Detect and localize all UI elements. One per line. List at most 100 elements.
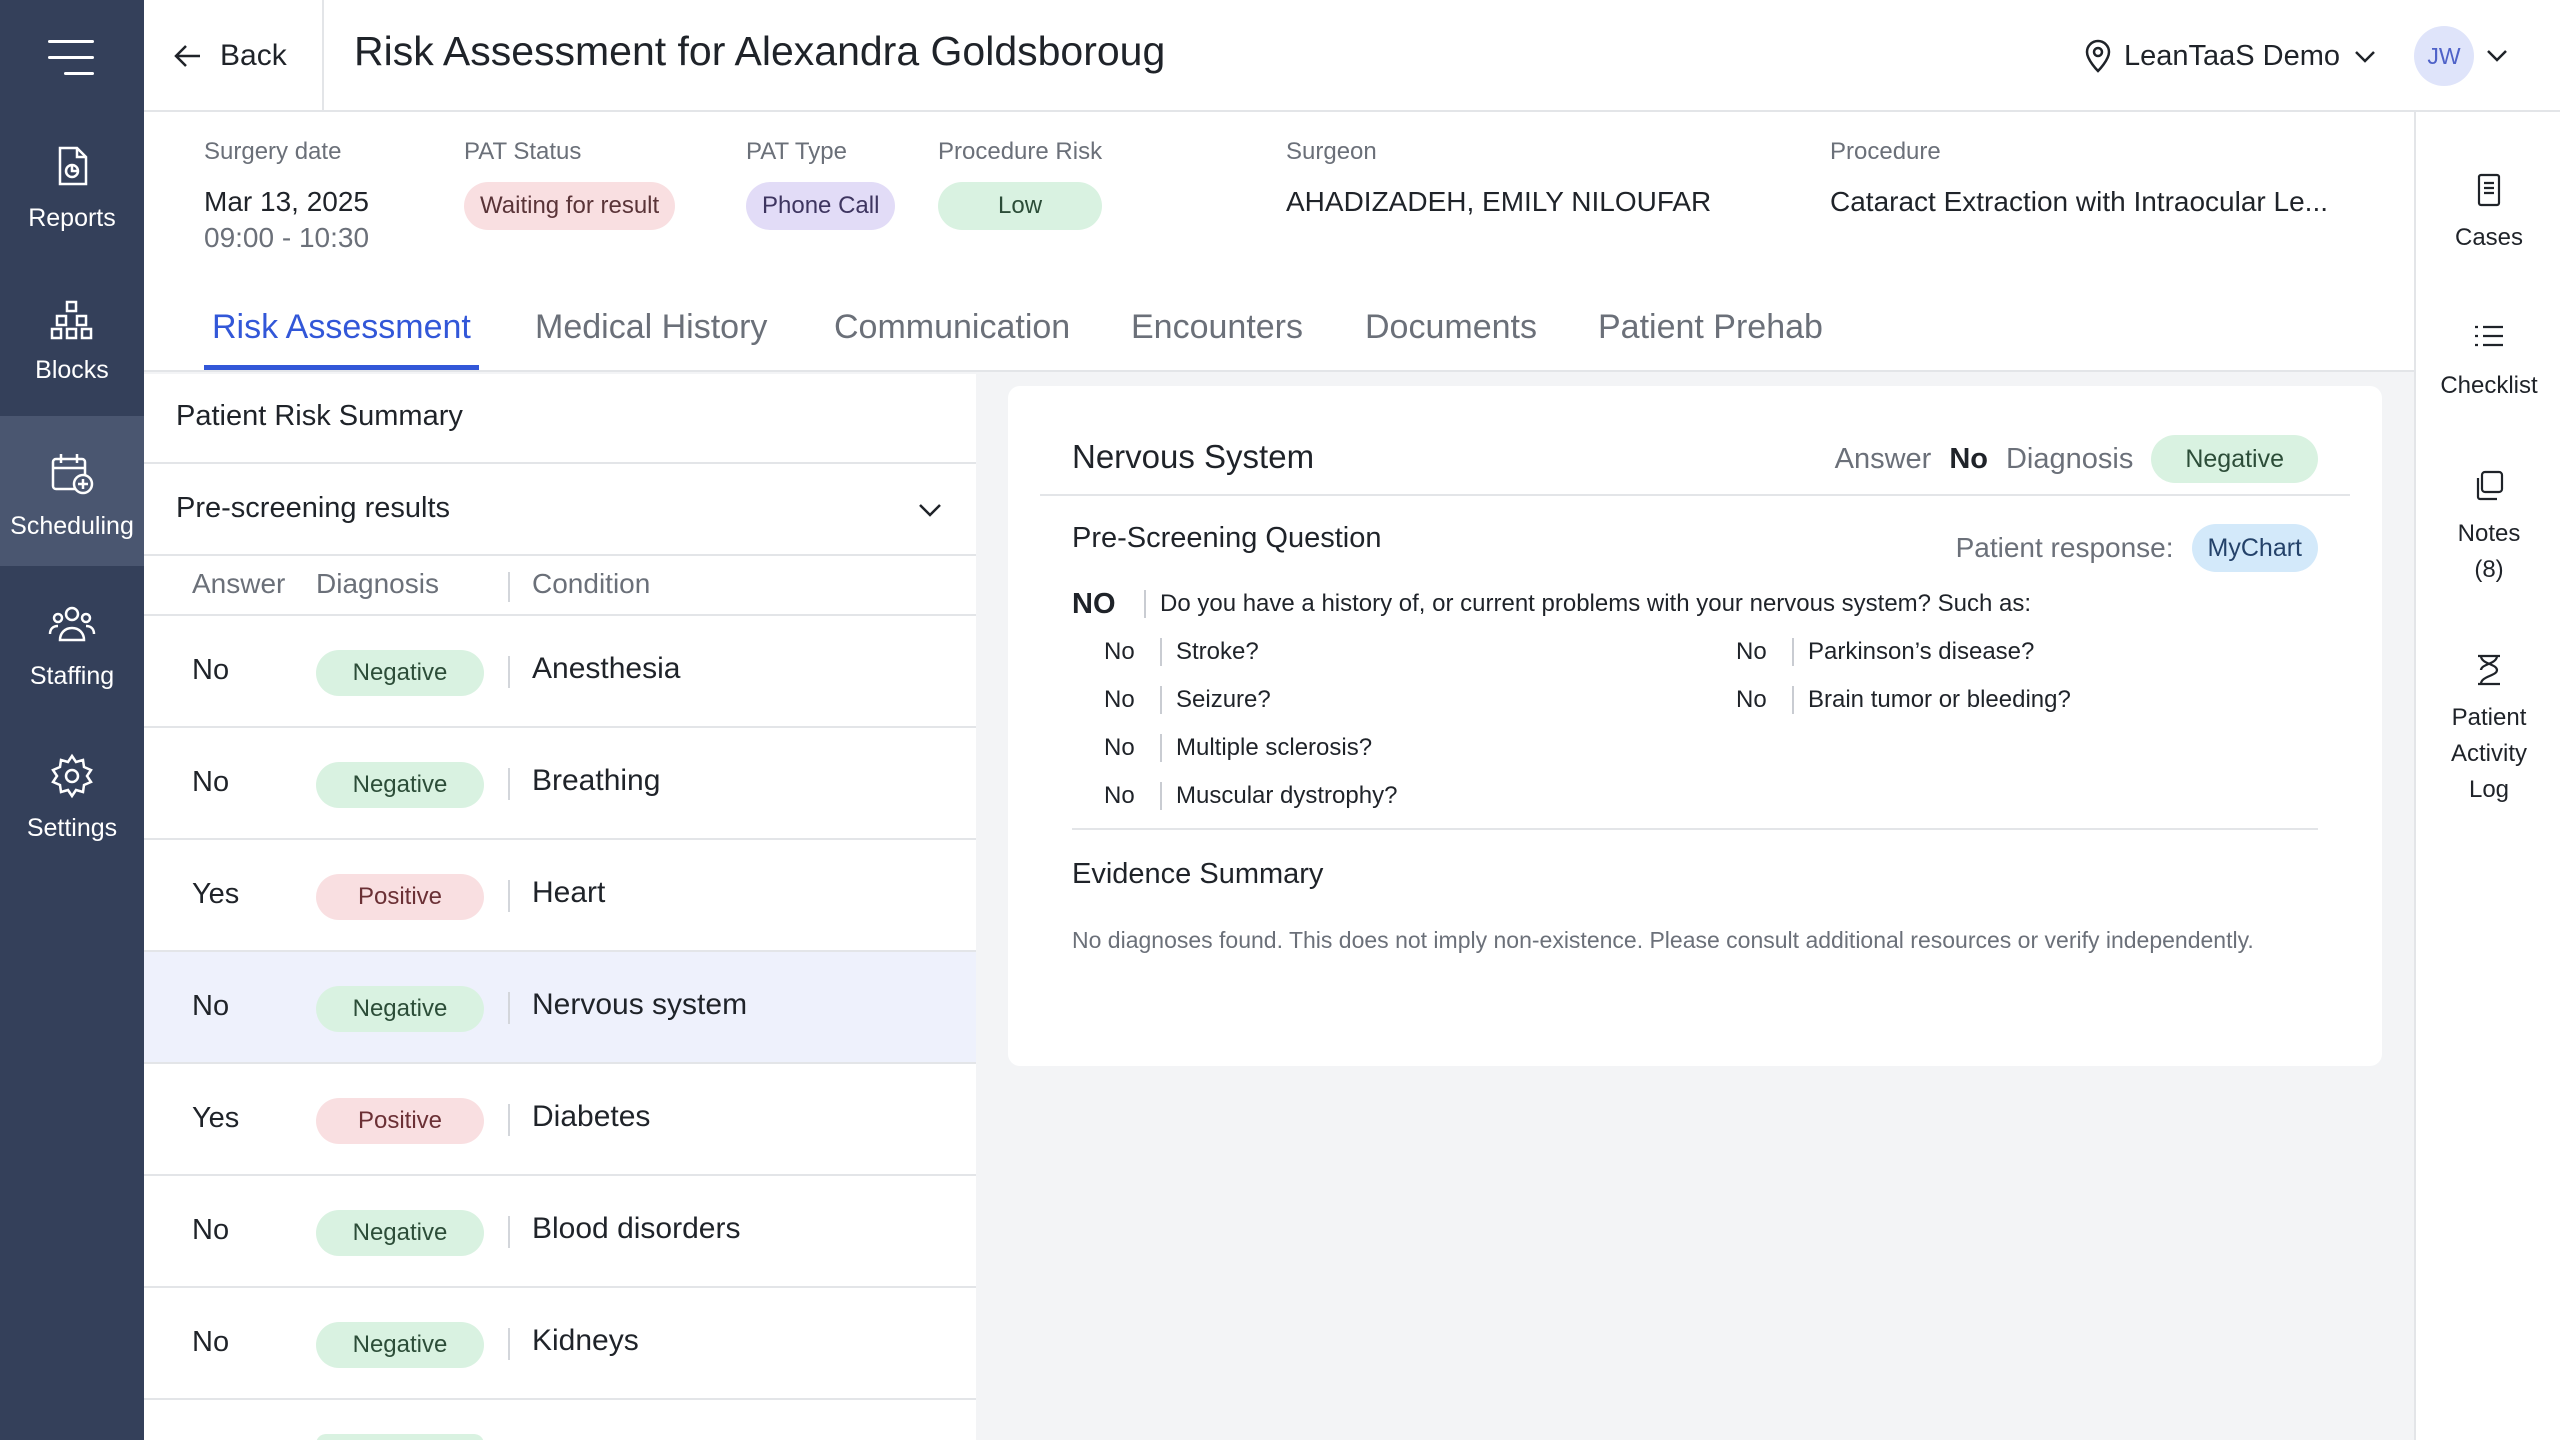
row-condition: Kidneys — [532, 1324, 639, 1357]
sub-answer: No — [1104, 686, 1135, 713]
checklist-icon — [2475, 325, 2503, 347]
divider — [322, 0, 324, 112]
nav-item-staffing[interactable]: Staffing — [0, 566, 144, 716]
sub-question-text: Brain tumor or bleeding? — [1808, 686, 2071, 713]
table-row[interactable]: No Negative Anesthesia — [144, 616, 976, 728]
nav-label: Staffing — [29, 662, 115, 690]
divider — [1792, 638, 1794, 666]
tab-medical-history[interactable]: Medical History — [535, 308, 767, 370]
cases-button[interactable]: Cases — [2416, 172, 2560, 256]
right-panel: Cases Checklist Notes (8) Patient Activi… — [2414, 112, 2560, 1440]
nav-item-scheduling[interactable]: Scheduling — [0, 416, 144, 566]
prescreen-accordion[interactable]: Pre-screening results — [144, 464, 976, 556]
document-icon — [2477, 173, 2501, 207]
tab-label: Communication — [834, 308, 1071, 346]
divider — [508, 1216, 510, 1248]
main-answer: NO — [1072, 587, 1116, 620]
sub-question: No Multiple sclerosis? — [1104, 728, 1372, 768]
menu-icon[interactable] — [48, 38, 94, 78]
sub-question-text: Muscular dystrophy? — [1176, 782, 1398, 809]
sub-question: No Brain tumor or bleeding? — [1736, 680, 2071, 720]
table-row-selected[interactable]: No Negative Nervous system — [144, 952, 976, 1064]
sub-answer: No — [1104, 734, 1135, 761]
surgery-time: 09:00 - 10:30 — [204, 222, 370, 253]
divider — [508, 572, 510, 602]
sub-question: No Parkinson’s disease? — [1736, 632, 2034, 672]
activity-label-1: Patient — [2451, 704, 2527, 731]
sub-question: No Stroke? — [1104, 632, 1259, 672]
table-row-partial[interactable] — [144, 1400, 976, 1440]
procedure-risk-badge: Low — [938, 182, 1103, 230]
field-label: Surgery date — [204, 138, 342, 165]
row-answer: No — [192, 1326, 230, 1358]
answer-value: No — [1949, 442, 1988, 475]
tab-label: Documents — [1365, 308, 1537, 346]
nav-label: Scheduling — [10, 512, 134, 540]
checklist-label: Checklist — [2440, 372, 2538, 399]
diagnosis-badge: Negative — [316, 650, 484, 696]
patient-activity-log-button[interactable]: Patient Activity Log — [2416, 652, 2560, 808]
main-question: NO Do you have a history of, or current … — [1072, 584, 2031, 624]
activity-label-2: Activity — [2450, 740, 2527, 767]
nav-item-settings[interactable]: Settings — [0, 718, 144, 868]
avatar[interactable]: JW — [2414, 26, 2474, 86]
diagnosis-badge: Negative — [316, 1210, 484, 1256]
tab-underline — [204, 365, 479, 370]
detail-title: Nervous System — [1072, 438, 1315, 475]
diagnosis-badge: Negative — [316, 986, 484, 1032]
summary-title: Patient Risk Summary — [176, 400, 463, 432]
chevron-down-icon[interactable] — [916, 498, 944, 522]
chevron-down-icon[interactable] — [2484, 42, 2510, 68]
tab-encounters[interactable]: Encounters — [1131, 308, 1303, 370]
back-label: Back — [220, 39, 287, 72]
notes-button[interactable]: Notes (8) — [2416, 468, 2560, 588]
divider — [1792, 686, 1794, 714]
procedure-field: Procedure Cataract Extraction with Intra… — [1830, 138, 2328, 218]
field-label: PAT Type — [746, 138, 847, 165]
response-source-badge: MyChart — [2191, 524, 2318, 572]
pat-type-field: PAT Type Phone Call — [746, 138, 896, 230]
table-row[interactable]: No Negative Kidneys — [144, 1288, 976, 1400]
row-condition: Anesthesia — [532, 652, 681, 685]
tab-documents[interactable]: Documents — [1365, 308, 1537, 370]
tab-label: Patient Prehab — [1598, 308, 1823, 346]
gear-icon — [51, 753, 93, 799]
divider — [508, 992, 510, 1024]
column-header-row: Answer Diagnosis Condition — [144, 556, 976, 616]
sub-question: No Muscular dystrophy? — [1104, 776, 1397, 816]
diagnosis-badge: Negative — [316, 762, 484, 808]
sub-question-text: Seizure? — [1176, 686, 1271, 713]
table-row[interactable]: No Negative Breathing — [144, 728, 976, 840]
pat-type-badge: Phone Call — [746, 182, 896, 230]
reports-icon — [58, 146, 88, 186]
divider — [508, 1328, 510, 1360]
tab-patient-prehab[interactable]: Patient Prehab — [1598, 308, 1823, 370]
row-answer: Yes — [192, 878, 240, 910]
table-row[interactable]: Yes Positive Heart — [144, 840, 976, 952]
notes-count: (8) — [2474, 556, 2504, 583]
table-row[interactable]: No Negative Blood disorders — [144, 1176, 976, 1288]
answer-label: Answer — [1834, 442, 1932, 475]
procedure-risk-field: Procedure Risk Low — [938, 138, 1102, 230]
notes-label: Notes — [2457, 520, 2521, 547]
checklist-button[interactable]: Checklist — [2416, 320, 2560, 404]
response-label: Patient response: — [1955, 532, 2174, 563]
chevron-down-icon — [2355, 51, 2375, 63]
nav-item-reports[interactable]: Reports — [0, 108, 144, 258]
nav-item-blocks[interactable]: Blocks — [0, 260, 144, 410]
evidence-summary-text: No diagnoses found. This does not imply … — [1072, 927, 2254, 953]
summary-header[interactable]: Patient Risk Summary — [144, 374, 976, 464]
tab-label: Risk Assessment — [212, 308, 471, 346]
field-label: Surgeon — [1286, 138, 1377, 165]
location-pin-icon — [2085, 39, 2111, 73]
tab-communication[interactable]: Communication — [834, 308, 1070, 370]
back-button[interactable]: Back — [172, 30, 287, 82]
sub-answer: No — [1104, 782, 1135, 809]
row-answer: No — [192, 654, 230, 686]
tab-risk-assessment[interactable]: Risk Assessment — [204, 308, 479, 370]
org-selector[interactable]: LeanTaaS Demo — [2084, 32, 2378, 80]
table-row[interactable]: Yes Positive Diabetes — [144, 1064, 976, 1176]
notes-icon — [2476, 470, 2504, 501]
page-title: Risk Assessment for Alexandra Goldsborou… — [354, 28, 1166, 74]
divider — [508, 768, 510, 800]
